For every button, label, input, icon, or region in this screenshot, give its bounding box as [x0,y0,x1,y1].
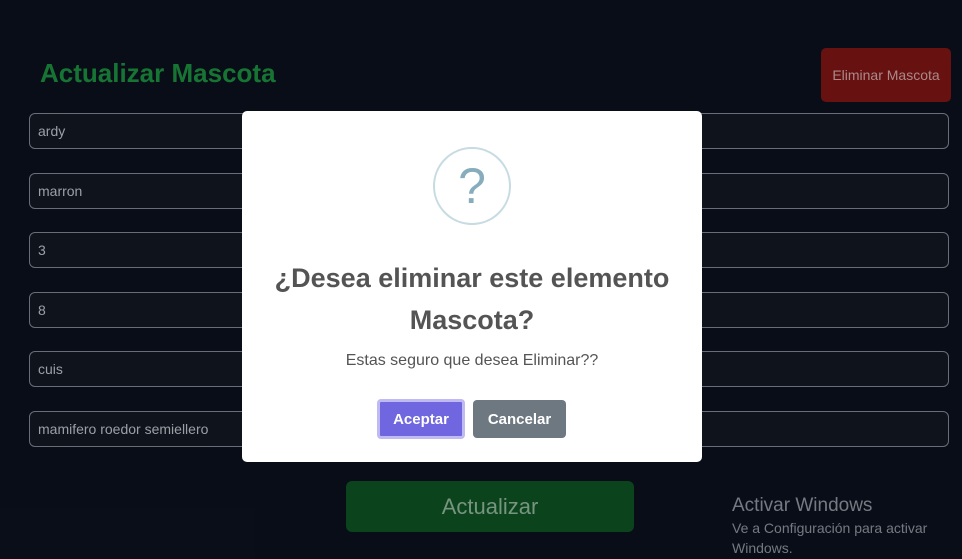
confirm-delete-dialog: ? ¿Desea eliminar este elemento Mascota?… [242,111,702,462]
dialog-message: Estas seguro que desea Eliminar?? [345,352,599,369]
dialog-title: ¿Desea eliminar este elemento Mascota? [274,263,670,335]
cancel-button[interactable]: Cancelar [473,400,566,438]
question-icon: ? [433,147,511,225]
accept-button[interactable]: Aceptar [377,399,465,439]
